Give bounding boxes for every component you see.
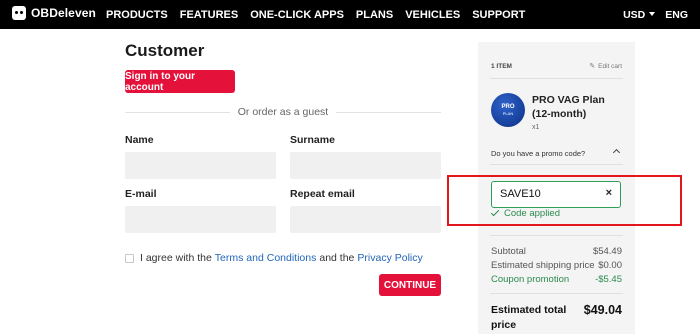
privacy-link[interactable]: Privacy Policy <box>357 252 422 264</box>
terms-link[interactable]: Terms and Conditions <box>215 252 317 264</box>
product-image-title: PRO <box>501 104 515 110</box>
subtotal-row: Subtotal $54.49 <box>491 246 622 257</box>
surname-field[interactable] <box>290 152 441 179</box>
main-nav: PRODUCTS FEATURES ONE-CLICK APPS PLANS V… <box>106 0 537 29</box>
guest-checkout-text: Or order as a guest <box>237 106 329 118</box>
currency-selector[interactable]: USD <box>623 9 645 21</box>
brand-logo[interactable]: OBDeleven <box>12 6 96 20</box>
shipping-row: Estimated shipping price $0.00 <box>491 260 622 271</box>
edit-cart-link[interactable]: ✎ Edit cart <box>589 62 622 71</box>
product-quantity: x1 <box>532 124 540 131</box>
agree-prefix-text: I agree with the <box>140 252 212 264</box>
total-label: Estimated total price <box>491 304 567 331</box>
cart-item-count: 1 ITEM <box>491 63 512 70</box>
total-value: $49.04 <box>583 303 622 317</box>
name-field[interactable] <box>125 152 276 179</box>
chevron-up-icon[interactable] <box>612 148 621 157</box>
subtotal-value: $54.49 <box>592 246 622 257</box>
language-selector[interactable]: ENG <box>665 9 688 21</box>
repeat-email-field[interactable] <box>290 206 441 233</box>
currency-chevron-down-icon[interactable] <box>649 12 656 16</box>
totals-divider <box>490 235 623 236</box>
promo-code-toggle[interactable]: Do you have a promo code? <box>491 149 585 158</box>
sign-in-button[interactable]: Sign in to your account <box>125 70 235 93</box>
shipping-value: $0.00 <box>598 260 622 271</box>
surname-label: Surname <box>290 134 335 146</box>
product-image: PRO PLAN <box>491 93 525 127</box>
logo-icon <box>12 6 26 20</box>
promo-divider <box>490 164 623 165</box>
coupon-label: Coupon promotion <box>491 274 570 285</box>
product-name: PRO VAG Plan (12-month) <box>532 94 605 120</box>
name-label: Name <box>125 134 154 146</box>
nav-products[interactable]: PRODUCTS <box>106 9 168 21</box>
total-divider <box>490 293 623 294</box>
subtotal-label: Subtotal <box>491 246 526 257</box>
nav-vehicles[interactable]: VEHICLES <box>405 9 460 21</box>
repeat-email-label: Repeat email <box>290 188 355 200</box>
email-label: E-mail <box>125 188 157 200</box>
shipping-label: Estimated shipping price <box>491 260 595 271</box>
coupon-row: Coupon promotion -$5.45 <box>491 274 622 285</box>
email-field[interactable] <box>125 206 276 233</box>
continue-button[interactable]: CONTINUE <box>379 274 441 296</box>
header-selectors: USD ENG <box>623 0 688 29</box>
terms-agreement: I agree with the Terms and Conditions an… <box>125 252 426 264</box>
coupon-value: -$5.45 <box>595 274 622 285</box>
promo-highlight-box <box>447 175 682 226</box>
nav-one-click-apps[interactable]: ONE-CLICK APPS <box>250 9 344 21</box>
nav-plans[interactable]: PLANS <box>356 9 393 21</box>
terms-checkbox[interactable] <box>125 253 134 263</box>
agree-mid-text: and the <box>319 252 355 264</box>
edit-cart-label: Edit cart <box>598 62 622 70</box>
nav-support[interactable]: SUPPORT <box>472 9 525 21</box>
pencil-icon: ✎ <box>589 63 596 70</box>
page-title: Customer <box>125 41 205 60</box>
nav-features[interactable]: FEATURES <box>180 9 238 21</box>
top-navigation-bar: OBDeleven PRODUCTS FEATURES ONE-CLICK AP… <box>0 0 700 29</box>
product-image-sub: PLAN <box>502 111 514 116</box>
cart-divider <box>490 78 623 79</box>
brand-name: OBDeleven <box>31 6 96 20</box>
